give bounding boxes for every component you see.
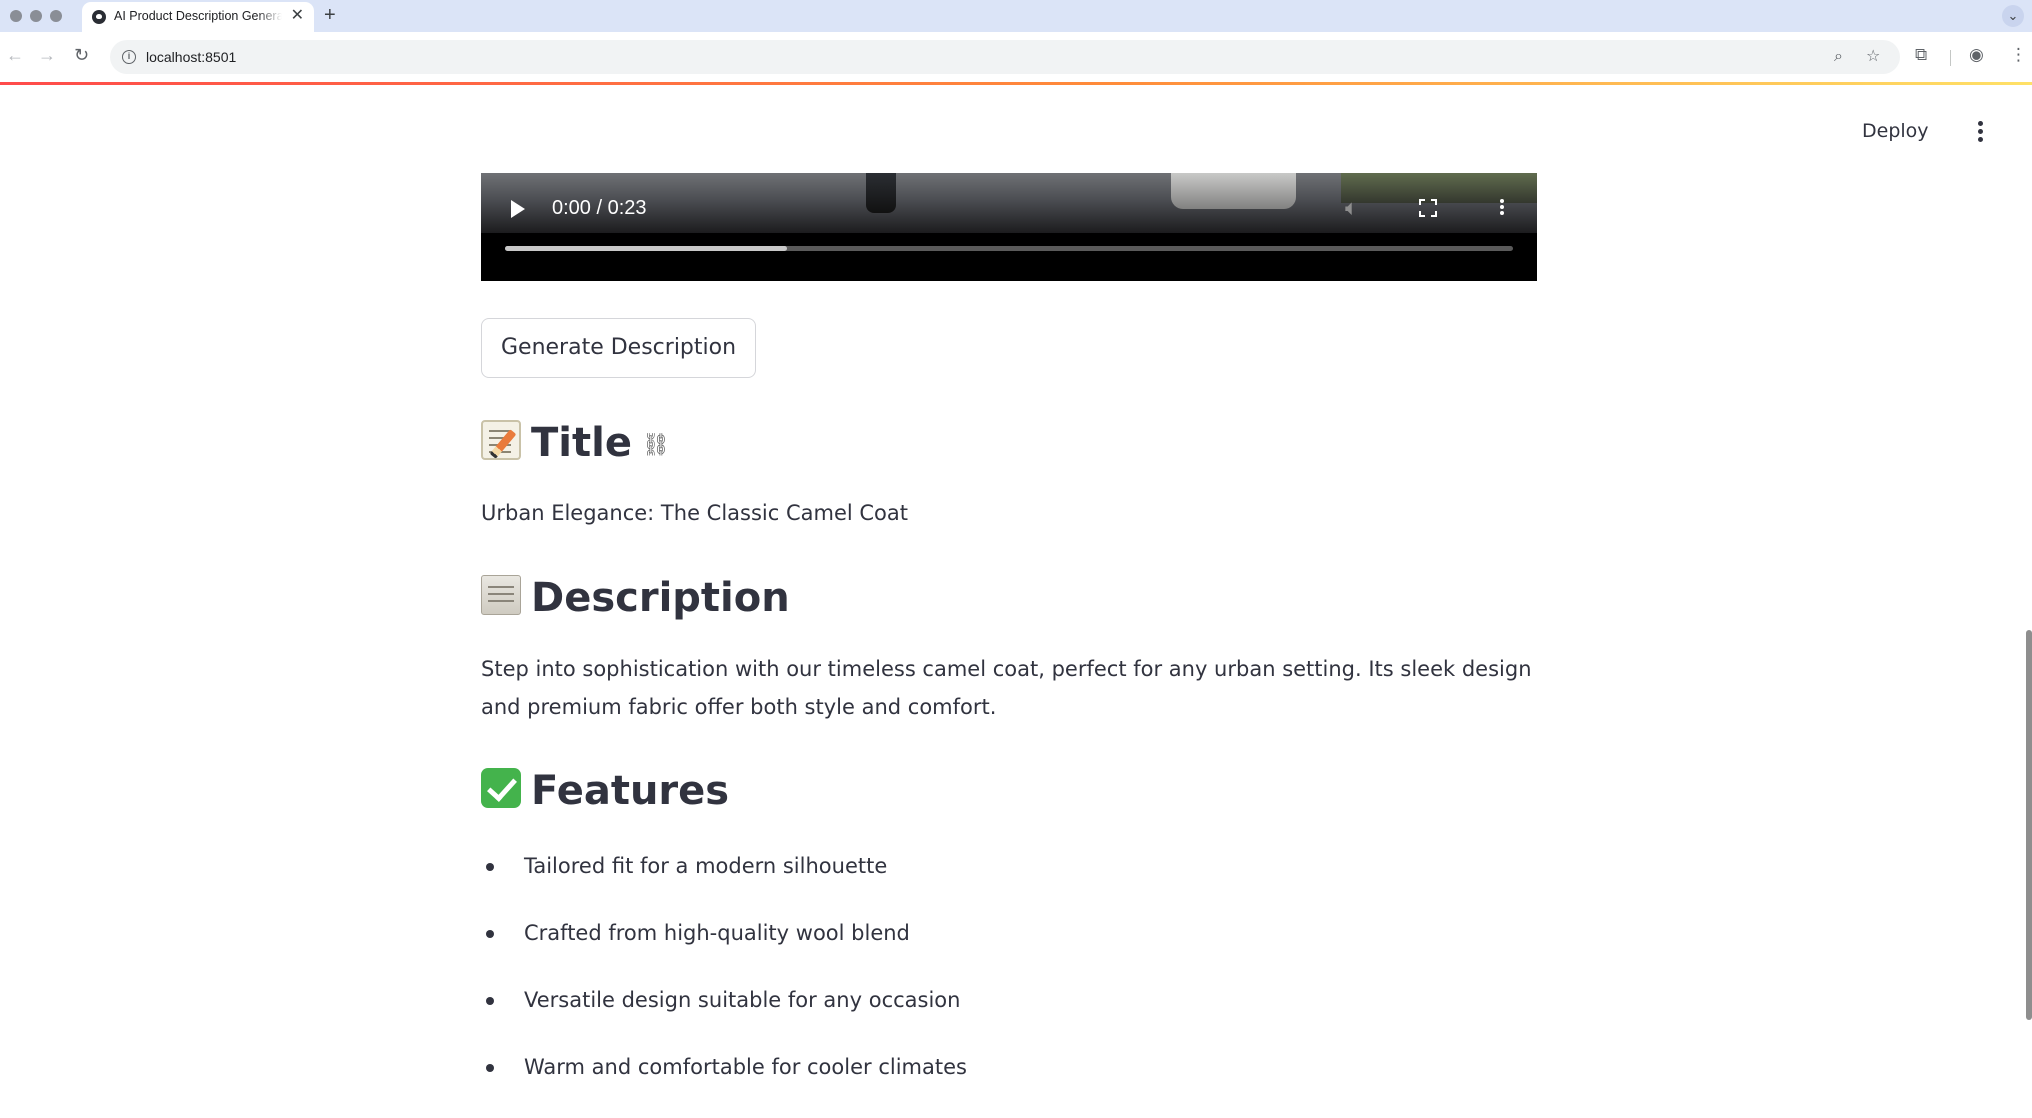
scroll-icon (481, 575, 521, 615)
description-heading-text: Description (531, 575, 790, 621)
video-person-silhouette (866, 173, 896, 213)
list-item: Versatile design suitable for any occasi… (481, 980, 1537, 1047)
title-heading-text: Title (531, 420, 632, 466)
browser-menu-icon[interactable]: ⋮ (2010, 45, 2027, 65)
url-text[interactable]: localhost:8501 (146, 49, 236, 65)
tab-close-icon[interactable]: ✕ (291, 7, 304, 25)
list-item: Warm and comfortable for cooler climates (481, 1047, 1537, 1114)
description-heading: Description (481, 575, 790, 621)
app-main-menu-icon[interactable] (1970, 118, 1990, 148)
features-list: Tailored fit for a modern silhouette Cra… (481, 846, 1537, 1114)
forward-icon[interactable]: → (38, 45, 56, 65)
tab-title: AI Product Description Generator (114, 9, 282, 23)
video-pillar (1171, 173, 1296, 209)
fullscreen-icon[interactable] (1419, 199, 1437, 217)
browser-tab-active[interactable]: AI Product Description Generator ✕ (82, 2, 314, 32)
video-player[interactable]: 0:00 / 0:23 🔈︎ (481, 173, 1537, 281)
browser-toolbar: ← → ↻ i localhost:8501 ⌕ ☆ ⧉ ◉ ⋮ (0, 32, 2032, 85)
bullet-icon (486, 863, 494, 871)
features-heading: Features (481, 768, 729, 814)
play-icon[interactable] (511, 200, 525, 218)
check-mark-icon (481, 768, 521, 808)
list-item: Tailored fit for a modern silhouette (481, 846, 1537, 913)
generate-description-button[interactable]: Generate Description (481, 318, 757, 378)
back-icon[interactable]: ← (6, 45, 24, 65)
streamlit-status-bar (0, 82, 2032, 85)
list-item: Crafted from high-quality wool blend (481, 913, 1537, 980)
product-description-text: Step into sophistication with our timele… (481, 657, 1532, 719)
anchor-link-icon[interactable]: ⛓︎ (642, 433, 670, 458)
title-heading: Title ⛓︎ (481, 420, 670, 466)
feature-text: Warm and comfortable for cooler climates (524, 1055, 967, 1079)
reload-icon[interactable]: ↻ (74, 45, 89, 65)
zoom-icon[interactable]: ⌕ (1834, 47, 1843, 67)
profile-icon[interactable]: ◉ (1969, 45, 1984, 65)
new-tab-button[interactable]: + (324, 3, 336, 27)
feature-text: Versatile design suitable for any occasi… (524, 988, 961, 1012)
browser-tab-strip: AI Product Description Generator ✕ + ⌄ (0, 0, 2032, 32)
features-heading-text: Features (531, 768, 730, 814)
bullet-icon (486, 1064, 494, 1072)
toolbar-divider (1950, 50, 1951, 66)
address-bar[interactable]: i localhost:8501 ⌕ ☆ (110, 40, 1900, 74)
site-info-icon[interactable]: i (122, 50, 136, 64)
minimize-window-button[interactable] (30, 10, 42, 22)
tab-search-chevron-icon[interactable]: ⌄ (2002, 5, 2024, 27)
close-window-button[interactable] (10, 10, 22, 22)
memo-icon (481, 420, 521, 460)
video-buffered-fill (505, 246, 788, 251)
feature-text: Tailored fit for a modern silhouette (524, 854, 888, 878)
deploy-button[interactable]: Deploy (1862, 120, 1929, 142)
streamlit-favicon-icon (92, 10, 106, 24)
bullet-icon (486, 930, 494, 938)
extensions-icon[interactable]: ⧉ (1915, 45, 1927, 65)
video-background-greenery (1341, 173, 1537, 203)
video-seek-bar[interactable] (505, 246, 1513, 251)
bookmark-star-icon[interactable]: ☆ (1866, 47, 1880, 67)
product-title-text: Urban Elegance: The Classic Camel Coat (481, 501, 909, 525)
feature-text: Crafted from high-quality wool blend (524, 921, 910, 945)
maximize-window-button[interactable] (50, 10, 62, 22)
video-time-readout: 0:00 / 0:23 (552, 197, 647, 219)
bullet-icon (486, 997, 494, 1005)
video-more-options-icon[interactable] (1497, 197, 1507, 221)
volume-icon[interactable]: 🔈︎ (1345, 195, 1358, 221)
page-scrollbar[interactable] (2026, 630, 2032, 1020)
